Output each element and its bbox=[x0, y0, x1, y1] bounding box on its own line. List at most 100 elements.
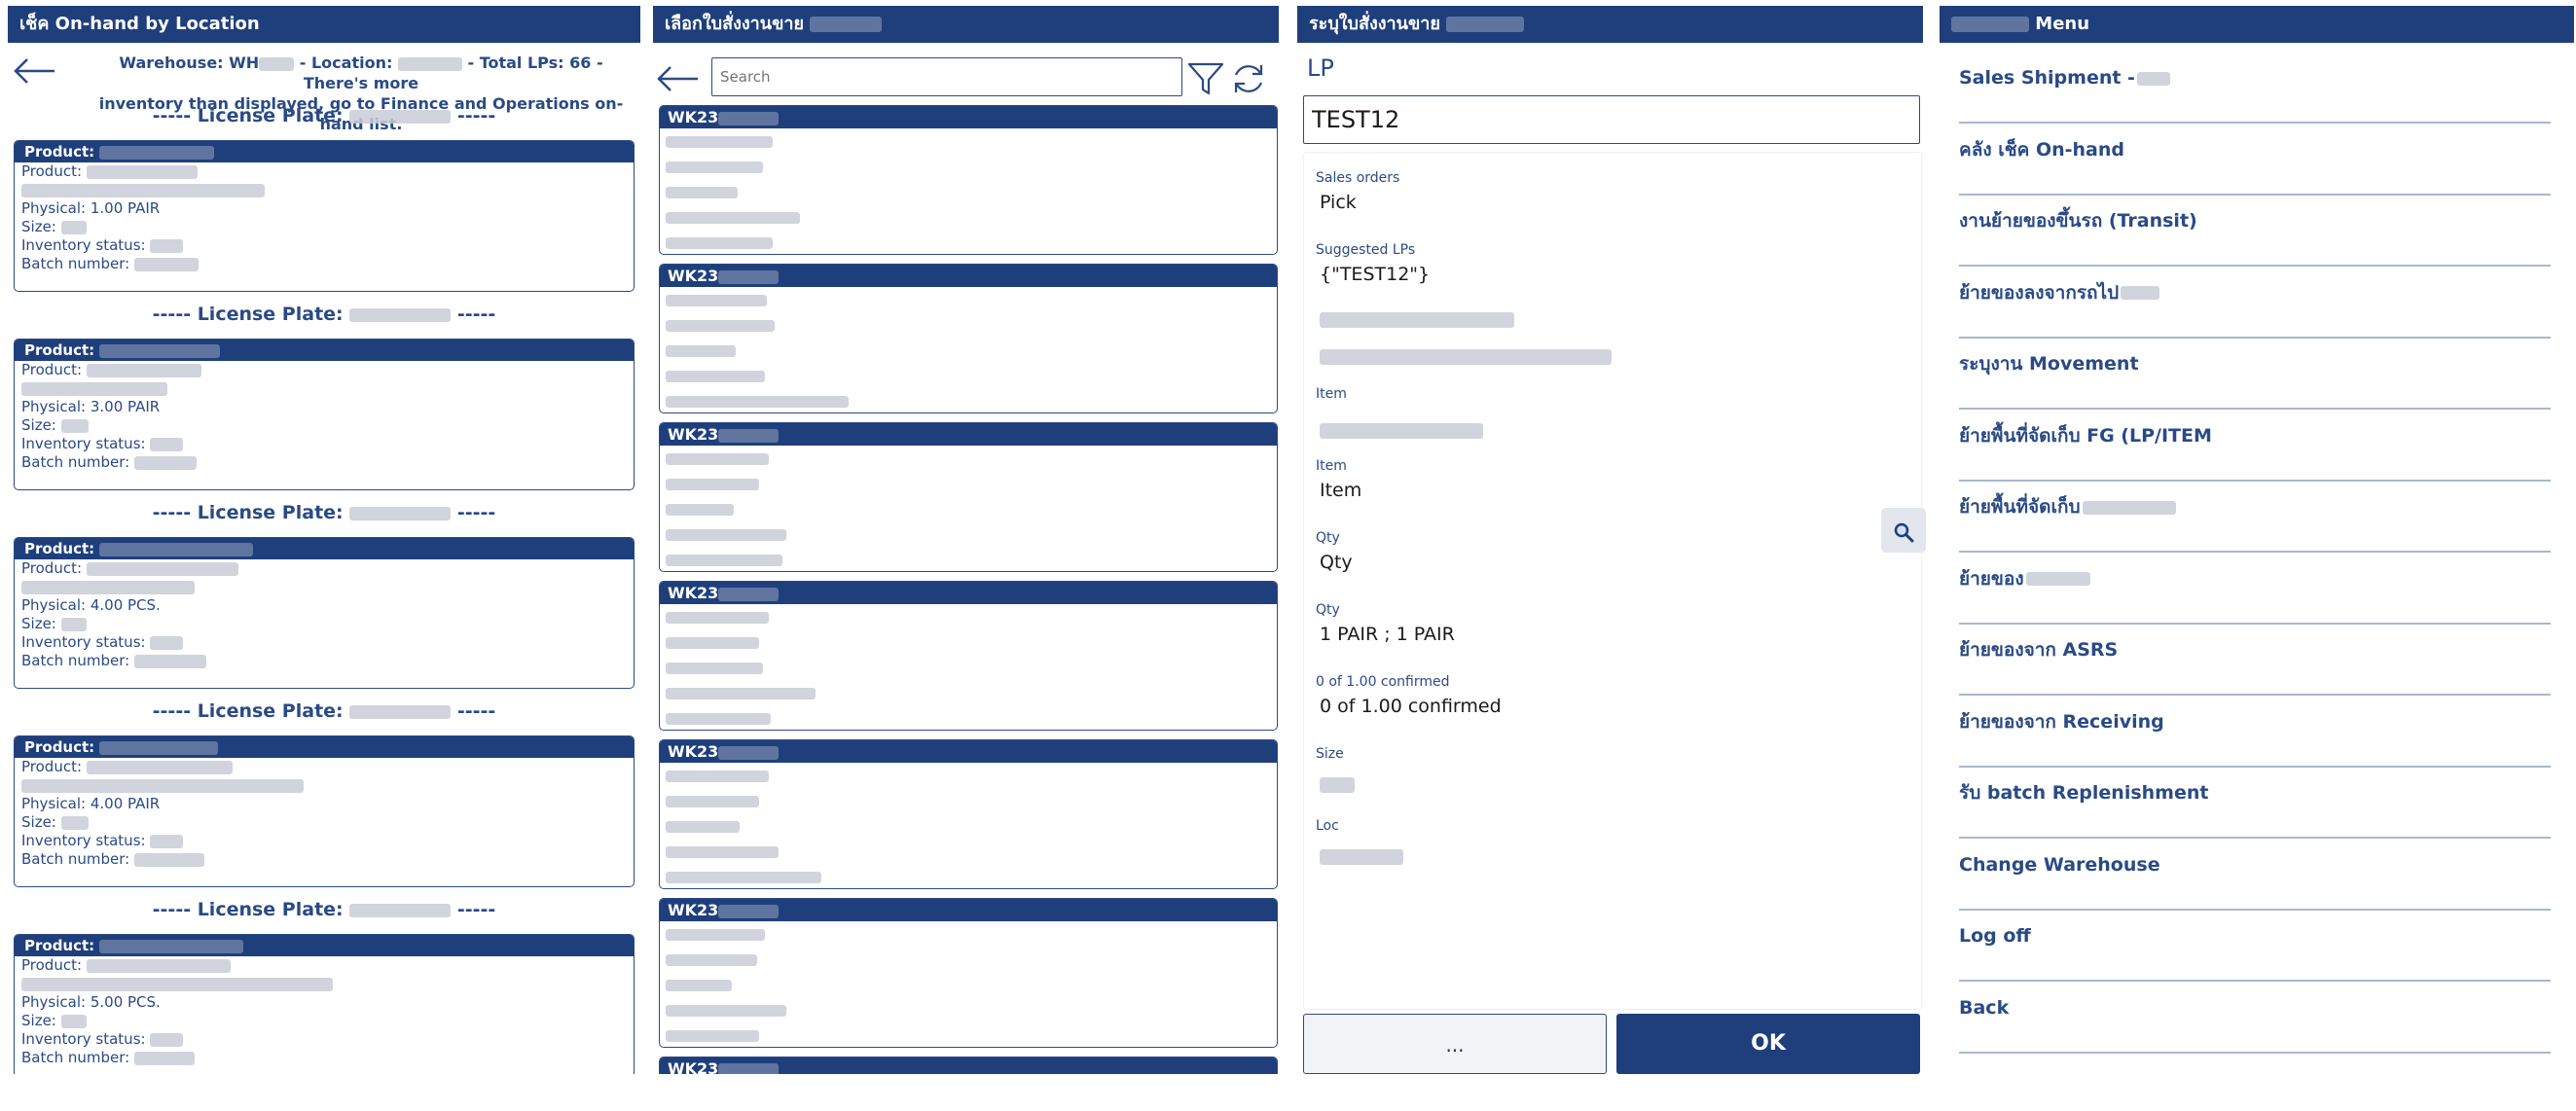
back-arrow-icon[interactable] bbox=[655, 64, 700, 93]
product-card[interactable]: Product: Product: Physical: 5.00 PCS. Siz… bbox=[14, 934, 635, 1074]
product-line: Product: bbox=[15, 956, 634, 975]
sales-order-detail-line bbox=[660, 154, 1277, 179]
license-plate-row: ----- License Plate: ----- bbox=[152, 700, 496, 722]
sales-order-card[interactable]: WK23 bbox=[659, 1057, 1278, 1074]
sales-orders-value: Pick bbox=[1320, 192, 1357, 213]
size-line: Size: bbox=[15, 416, 634, 435]
sales-order-detail-line bbox=[660, 338, 1277, 363]
item-value-2: Item bbox=[1320, 480, 1362, 501]
qty-value-2: 1 PAIR ; 1 PAIR bbox=[1320, 624, 1455, 645]
loc-label: Loc bbox=[1316, 818, 1339, 834]
product-card-header: Product: bbox=[15, 340, 634, 361]
menu-item[interactable]: ย้ายพื้นที่จัดเก็บ FG (LP/ITEM bbox=[1959, 409, 2551, 482]
sales-order-card[interactable]: WK23 bbox=[659, 581, 1278, 731]
product-line: Product: bbox=[15, 758, 634, 776]
menu-item[interactable]: Change Warehouse bbox=[1959, 838, 2551, 911]
physical-line: Physical: 3.00 PAIR bbox=[21, 398, 161, 415]
sales-order-card[interactable]: WK23 bbox=[659, 739, 1278, 889]
sales-order-detail-line bbox=[660, 287, 1277, 312]
item-label: Item bbox=[1316, 386, 1347, 402]
product-card[interactable]: Product: Product: Physical: 3.00 PAIR Siz… bbox=[14, 339, 635, 490]
sales-order-detail-line bbox=[660, 680, 1277, 705]
qty-label: Qty bbox=[1316, 530, 1340, 546]
sales-order-number: WK23 bbox=[660, 582, 1277, 604]
sales-order-detail-line bbox=[660, 864, 1277, 888]
menu-item[interactable]: Back bbox=[1959, 981, 2551, 1054]
more-button[interactable]: ... bbox=[1303, 1014, 1607, 1074]
inventory-status-line: Inventory status: bbox=[15, 236, 634, 255]
size-line: Size: bbox=[15, 218, 634, 236]
product-card-header: Product: bbox=[15, 736, 634, 758]
product-card-header: Product: bbox=[15, 935, 634, 956]
product-card-header: Product: bbox=[15, 538, 634, 559]
sales-order-detail-line bbox=[660, 179, 1277, 204]
product-line: Product: bbox=[15, 559, 634, 578]
sales-order-detail-panel: ระบุใบสั่งงานขาย LP Sales orders Pick Su… bbox=[1297, 6, 1923, 1074]
menu-item[interactable]: ย้ายของจาก Receiving bbox=[1959, 695, 2551, 768]
menu-item[interactable]: ย้ายของลงจากรถไป bbox=[1959, 266, 2551, 339]
license-plate-row: ----- License Plate: ----- bbox=[152, 304, 496, 325]
sales-order-detail-line bbox=[660, 813, 1277, 839]
sales-order-detail-line bbox=[660, 604, 1277, 629]
sales-order-number: WK23 bbox=[660, 740, 1277, 763]
sales-order-detail-line bbox=[660, 363, 1277, 388]
search-input[interactable] bbox=[711, 57, 1182, 96]
product-line: Product: bbox=[15, 162, 634, 181]
menu-item[interactable]: งานย้ายของขึ้นรถ (Transit) bbox=[1959, 194, 2551, 267]
product-line: Product: bbox=[15, 361, 634, 379]
sales-order-detail-line bbox=[660, 230, 1277, 254]
menu-item[interactable]: Sales Shipment - bbox=[1959, 51, 2551, 124]
menu-item[interactable]: คลัง เช็ค On-hand bbox=[1959, 123, 2551, 196]
sales-order-card[interactable]: WK23 bbox=[659, 422, 1278, 572]
item-value bbox=[1320, 423, 1483, 439]
product-desc-line bbox=[15, 578, 634, 596]
sales-order-detail-line bbox=[660, 839, 1277, 864]
batch-number-line: Batch number: bbox=[15, 255, 634, 273]
size-line: Size: bbox=[15, 813, 634, 832]
product-card[interactable]: Product: Product: Physical: 1.00 PAIR Siz… bbox=[14, 140, 635, 292]
redacted-value bbox=[1320, 349, 1612, 365]
sales-order-card[interactable]: WK23 bbox=[659, 264, 1278, 413]
menu-header: Menu bbox=[1940, 6, 2574, 43]
sales-order-detail-line bbox=[660, 471, 1277, 496]
menu-item[interactable]: ระบุงาน Movement bbox=[1959, 337, 2551, 410]
size-line: Size: bbox=[15, 1012, 634, 1030]
menu-item[interactable]: ย้ายของ bbox=[1959, 552, 2551, 625]
size-line: Size: bbox=[15, 615, 634, 633]
filter-icon[interactable] bbox=[1186, 60, 1225, 97]
inventory-status-line: Inventory status: bbox=[15, 633, 634, 652]
sales-order-detail-line bbox=[660, 921, 1277, 947]
menu-item[interactable]: ย้ายของจาก ASRS bbox=[1959, 623, 2551, 696]
sales-order-number: WK23 bbox=[660, 423, 1277, 446]
sales-order-detail-line bbox=[660, 312, 1277, 338]
ok-button[interactable]: OK bbox=[1616, 1014, 1920, 1074]
product-card-header: Product: bbox=[15, 141, 634, 162]
product-desc-line bbox=[15, 975, 634, 993]
lp-label: LP bbox=[1307, 54, 1334, 82]
menu-item[interactable]: Log off bbox=[1959, 909, 2551, 982]
detail-list: Sales orders Pick Suggested LPs {"TEST12… bbox=[1303, 152, 1922, 1010]
sales-order-number: WK23 bbox=[660, 899, 1277, 921]
zoom-icon[interactable] bbox=[1881, 508, 1926, 553]
back-arrow-icon[interactable] bbox=[12, 56, 56, 86]
confirmed-value: 0 of 1.00 confirmed bbox=[1320, 696, 1502, 717]
sales-order-detail-line bbox=[660, 128, 1277, 154]
suggested-lps-label: Suggested LPs bbox=[1316, 242, 1416, 258]
menu-item[interactable]: รับ batch Replenishment bbox=[1959, 766, 2551, 839]
sales-order-detail-line bbox=[660, 972, 1277, 997]
lp-input[interactable] bbox=[1303, 95, 1920, 144]
menu-item[interactable]: ย้ายพื้นที่จัดเก็บ bbox=[1959, 480, 2551, 553]
sales-order-card[interactable]: WK23 bbox=[659, 105, 1278, 255]
product-card[interactable]: Product: Product: Physical: 4.00 PAIR Siz… bbox=[14, 735, 635, 887]
sales-orders-label: Sales orders bbox=[1316, 170, 1400, 186]
sales-order-detail-line bbox=[660, 496, 1277, 521]
batch-number-line: Batch number: bbox=[15, 1049, 634, 1067]
sales-order-card[interactable]: WK23 bbox=[659, 898, 1278, 1048]
product-card[interactable]: Product: Product: Physical: 4.00 PCS. Siz… bbox=[14, 537, 635, 689]
refresh-icon[interactable] bbox=[1229, 60, 1268, 97]
inventory-status-line: Inventory status: bbox=[15, 832, 634, 850]
batch-number-line: Batch number: bbox=[15, 453, 634, 472]
physical-line: Physical: 4.00 PCS. bbox=[21, 596, 161, 614]
suggested-lps-value: {"TEST12"} bbox=[1320, 264, 1431, 285]
license-plate-row: ----- License Plate: ----- bbox=[152, 899, 496, 920]
